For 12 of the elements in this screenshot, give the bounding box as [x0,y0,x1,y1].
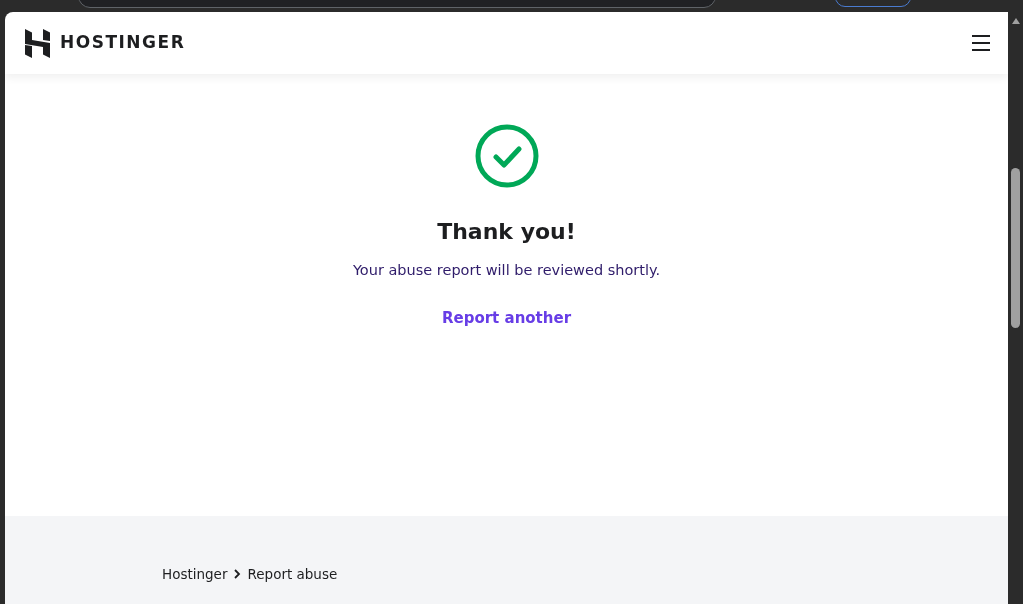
breadcrumb-link[interactable]: Hostinger [162,564,228,585]
confirmation-title: Thank you! [437,218,576,246]
breadcrumb-link[interactable]: Report abuse [247,564,338,585]
menu-icon[interactable] [972,35,990,51]
scroll-up-icon[interactable] [1011,18,1020,24]
brand-name[interactable]: HOSTINGER [60,30,186,56]
chevron-right-icon [233,569,242,580]
confirmation-message: Your abuse report will be reviewed shortly. [352,261,661,280]
logo-icon [25,28,50,58]
check-circle-icon [474,124,539,188]
scrollbar-thumb[interactable] [1011,168,1020,328]
report-another-link[interactable]: Report another [441,306,572,330]
